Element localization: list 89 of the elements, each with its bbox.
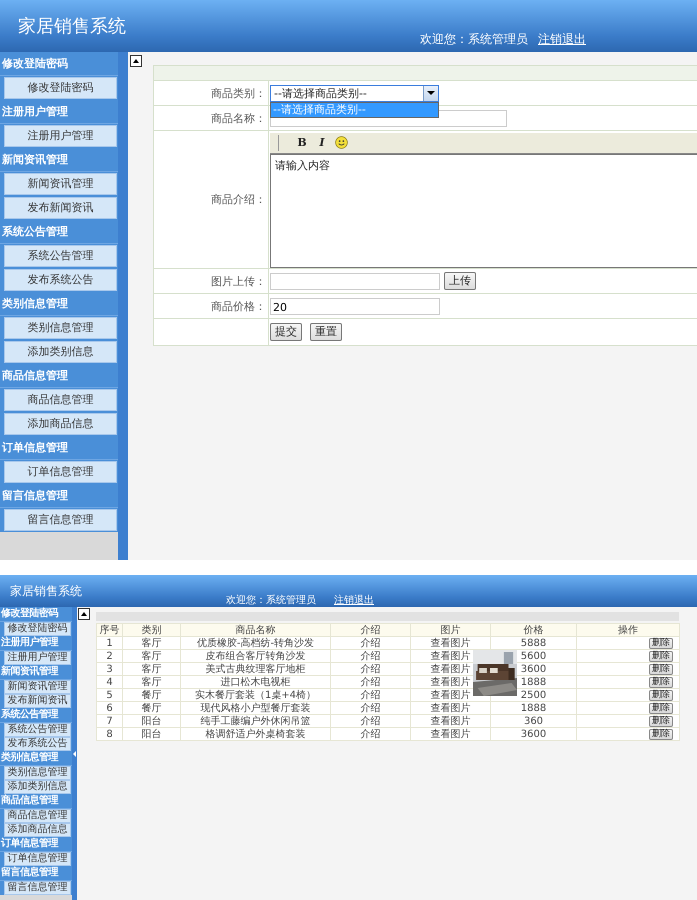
- table-cell: 皮布组合客厅转角沙发: [180, 650, 330, 662]
- sidebar-item[interactable]: 添加商品信息: [4, 823, 71, 837]
- table-cell: 7: [96, 714, 122, 728]
- table-cell: 1: [96, 636, 122, 650]
- delete-button[interactable]: 删除: [649, 650, 673, 662]
- collapse-button[interactable]: [78, 608, 90, 620]
- sidebar-item[interactable]: 订单信息管理: [4, 852, 71, 866]
- table-cell: 客厅: [122, 636, 180, 650]
- field-label: 商品介绍：: [211, 192, 267, 207]
- table-cell: 阳台: [122, 714, 180, 728]
- table-cell: 实木餐厅套装（1桌+4椅）: [180, 688, 330, 702]
- italic-button[interactable]: I: [315, 136, 329, 149]
- sidebar-item[interactable]: 添加商品信息: [4, 413, 117, 435]
- table-cell: 2: [96, 650, 122, 662]
- welcome-text: 欢迎您：系统管理员: [226, 594, 316, 607]
- column-header: 序号: [96, 624, 122, 636]
- delete-button[interactable]: 删除: [649, 676, 673, 688]
- table-cell: 美式古典纹理客厅地柜: [180, 662, 330, 676]
- sidebar-item[interactable]: 系统公告管理: [4, 245, 117, 267]
- sidebar-item[interactable]: 发布新闻资讯: [4, 694, 71, 708]
- delete-button[interactable]: 删除: [649, 638, 673, 648]
- table-cell: 现代风格小户型餐厅套装: [180, 702, 330, 714]
- table-cell: 6: [96, 702, 122, 714]
- sidebar-item[interactable]: 添加类别信息: [4, 780, 71, 794]
- sidebar-item[interactable]: 订单信息管理: [4, 461, 117, 483]
- input-field[interactable]: 20: [270, 298, 440, 314]
- delete-button[interactable]: 删除: [649, 716, 673, 726]
- logout-link[interactable]: 注销退出: [538, 31, 586, 48]
- table-cell: 4: [96, 676, 122, 688]
- file-field[interactable]: [270, 272, 440, 290]
- field-label: 商品类别：: [211, 86, 267, 100]
- sidebar-item[interactable]: 注册用户管理: [4, 125, 117, 147]
- sidebar-item[interactable]: 系统公告管理: [4, 723, 71, 737]
- column-header: 操作: [576, 624, 680, 636]
- upload-button[interactable]: 上传: [444, 272, 476, 290]
- sidebar-item[interactable]: 新闻资讯管理: [4, 680, 71, 694]
- sidebar-item[interactable]: 修改登陆密码: [4, 622, 71, 636]
- sidebar-item[interactable]: 修改登陆密码: [4, 77, 117, 99]
- table-cell: 360: [490, 714, 576, 728]
- table-cell: 格调舒适户外桌椅套装: [180, 728, 330, 740]
- category-dropdown[interactable]: --请选择商品类别--: [270, 84, 439, 102]
- sidebar-item[interactable]: 商品信息管理: [4, 809, 71, 823]
- table-cell: 客厅: [122, 676, 180, 688]
- table-cell: 3: [96, 662, 122, 676]
- sidebar-item[interactable]: 发布系统公告: [4, 269, 117, 291]
- bold-button[interactable]: B: [295, 136, 309, 149]
- table-cell: 餐厅: [122, 702, 180, 714]
- delete-button[interactable]: 删除: [649, 728, 673, 740]
- sidebar-item[interactable]: 注册用户管理: [4, 651, 71, 665]
- table-cell: 客厅: [122, 650, 180, 662]
- column-header: 图片: [410, 624, 490, 636]
- field-label: 图片上传：: [211, 274, 267, 288]
- table-cell: 阳台: [122, 728, 180, 740]
- table-cell: 优质橡胶-高档纺-转角沙发: [180, 636, 330, 650]
- table-cell: 餐厅: [122, 688, 180, 702]
- sidebar-item[interactable]: 类别信息管理: [4, 317, 117, 339]
- sidebar-item[interactable]: 商品信息管理: [4, 389, 117, 411]
- field-label: 商品名称：: [211, 110, 267, 126]
- smiley-icon[interactable]: [335, 136, 348, 149]
- field-label: 商品价格：: [211, 298, 267, 314]
- app-title: 家居销售系统: [10, 583, 82, 600]
- app-title: 家居销售系统: [18, 15, 126, 38]
- delete-button[interactable]: 删除: [649, 664, 673, 674]
- column-header: 商品名称: [180, 624, 330, 636]
- welcome-text: 欢迎您：系统管理员: [420, 31, 528, 48]
- collapse-button[interactable]: [130, 55, 142, 67]
- table-cell: 5: [96, 688, 122, 702]
- text-editor[interactable]: 请输入内容: [270, 154, 697, 268]
- sidebar-item[interactable]: 类别信息管理: [4, 766, 71, 780]
- reset-button[interactable]: 重置: [310, 323, 342, 341]
- column-header: 类别: [122, 624, 180, 636]
- sidebar-item[interactable]: 发布新闻资讯: [4, 197, 117, 219]
- table-cell: 纯手工藤编户外休闲吊篮: [180, 714, 330, 728]
- delete-button[interactable]: 删除: [649, 690, 673, 700]
- submit-button[interactable]: 提交: [270, 323, 302, 341]
- sidebar-item[interactable]: 留言信息管理: [4, 881, 71, 895]
- sidebar-item[interactable]: 留言信息管理: [4, 509, 117, 531]
- column-header: 介绍: [330, 624, 410, 636]
- sidebar-item[interactable]: 发布系统公告: [4, 737, 71, 751]
- column-header: 价格: [490, 624, 576, 636]
- sidebar-item[interactable]: 新闻资讯管理: [4, 173, 117, 195]
- table-cell: 3600: [490, 728, 576, 740]
- table-cell: 8: [96, 728, 122, 740]
- table-cell: 1888: [490, 702, 576, 714]
- table-cell: 进口松木电视柜: [180, 676, 330, 688]
- delete-button[interactable]: 删除: [649, 702, 673, 714]
- sidebar-item[interactable]: 添加类别信息: [4, 341, 117, 363]
- logout-link[interactable]: 注销退出: [334, 593, 374, 607]
- table-cell: 客厅: [122, 662, 180, 676]
